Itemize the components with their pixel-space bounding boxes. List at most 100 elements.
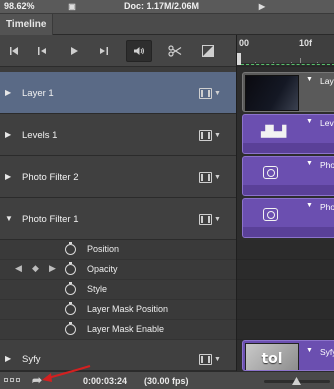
layer-row[interactable]: ▶ Syfy ▼ bbox=[0, 340, 236, 371]
doc-size: Doc: 1.17M/2.06M bbox=[124, 1, 200, 11]
chevron-down-icon[interactable]: ▼ bbox=[306, 76, 313, 83]
levels-icon: ▟▙▟ bbox=[261, 126, 287, 138]
chevron-down-icon[interactable]: ▼ bbox=[306, 118, 313, 125]
film-strip-icon[interactable] bbox=[199, 172, 212, 183]
layer-row[interactable]: ▶ Photo Filter 2 ▼ bbox=[0, 156, 236, 198]
clip-thumbnail bbox=[245, 75, 299, 111]
layer-list-panel: ▶ Layer 1 ▼ ▶ Levels 1 ▼ ▶ Photo Filter … bbox=[0, 35, 236, 389]
property-lane[interactable] bbox=[237, 320, 334, 340]
film-strip-icon[interactable] bbox=[199, 88, 212, 99]
transition-button[interactable] bbox=[200, 40, 216, 62]
current-timecode: 0:00:03:24 bbox=[83, 376, 128, 386]
next-frame-icon bbox=[100, 47, 108, 55]
stopwatch-icon[interactable] bbox=[65, 282, 76, 295]
film-strip-icon[interactable] bbox=[199, 354, 212, 365]
layer-row[interactable]: ▶ Levels 1 ▼ bbox=[0, 114, 236, 156]
clip-label: Levels 1 bbox=[320, 118, 334, 128]
chevron-down-icon[interactable]: ▼ bbox=[214, 174, 221, 181]
layer-name: Syfy bbox=[22, 354, 41, 365]
speaker-icon bbox=[134, 47, 144, 55]
chevron-down-icon[interactable]: ▼ bbox=[306, 160, 313, 167]
clip-label: Syfy bbox=[320, 347, 334, 357]
property-name: Opacity bbox=[87, 264, 118, 274]
chevron-down-icon[interactable]: ▼ bbox=[214, 90, 221, 97]
work-area-indicator bbox=[241, 64, 334, 65]
timeline-track-area[interactable]: 00 10f ▼ Layer 1 ▟▙▟ ▼ Levels 1 ▼ bbox=[236, 35, 334, 371]
layer-clip[interactable]: ▼ Photo Filter 1 bbox=[242, 198, 334, 238]
expand-arrow-icon[interactable]: ▶ bbox=[5, 172, 14, 181]
clip-bottom-bar bbox=[243, 143, 334, 153]
layer-clip[interactable]: ▼ Photo Filter 2 bbox=[242, 156, 334, 196]
play-button[interactable] bbox=[66, 40, 82, 62]
clip-label: Layer 1 bbox=[320, 76, 334, 86]
timeline-footer: ➦ 0:00:03:24 (30.00 fps) bbox=[0, 371, 334, 389]
property-lane[interactable] bbox=[237, 300, 334, 320]
collapse-arrow-icon[interactable]: ▼ bbox=[5, 214, 14, 223]
status-menu-arrow-icon[interactable]: ▶ bbox=[254, 0, 270, 13]
expand-arrow-icon[interactable]: ▶ bbox=[5, 88, 14, 97]
previous-frame-button[interactable] bbox=[34, 40, 50, 62]
layer-clip[interactable]: tol ▼ Syfy bbox=[242, 340, 334, 371]
property-row: Layer Mask Enable bbox=[0, 320, 236, 340]
chevron-down-icon[interactable]: ▼ bbox=[214, 132, 221, 139]
property-row: Style bbox=[0, 280, 236, 300]
next-keyframe-icon[interactable]: ▶ bbox=[49, 263, 56, 274]
tab-timeline[interactable]: Timeline bbox=[0, 14, 54, 35]
add-keyframe-icon[interactable]: ◆ bbox=[32, 263, 39, 274]
film-strip-icon[interactable] bbox=[199, 130, 212, 141]
property-row: ◀ ◆ ▶ Opacity bbox=[0, 260, 236, 280]
export-icon[interactable]: ▣ bbox=[64, 0, 80, 13]
previous-frame-icon bbox=[38, 47, 46, 55]
clip-thumbnail: tol bbox=[245, 343, 299, 370]
timeline-toolbar bbox=[0, 35, 236, 67]
chevron-down-icon[interactable]: ▼ bbox=[214, 216, 221, 223]
frame-animation-icon[interactable] bbox=[10, 378, 14, 382]
stopwatch-icon[interactable] bbox=[65, 322, 76, 335]
chevron-down-icon[interactable]: ▼ bbox=[214, 356, 221, 363]
property-name: Layer Mask Position bbox=[87, 304, 169, 314]
layer-name: Photo Filter 2 bbox=[22, 172, 79, 183]
next-frame-button[interactable] bbox=[96, 40, 112, 62]
scissors-icon bbox=[168, 45, 182, 57]
property-row: Position bbox=[0, 240, 236, 260]
frame-animation-icon[interactable] bbox=[4, 378, 8, 382]
film-strip-icon[interactable] bbox=[199, 214, 212, 225]
property-lane[interactable] bbox=[237, 240, 334, 260]
expand-arrow-icon[interactable]: ▶ bbox=[5, 354, 14, 363]
stopwatch-icon[interactable] bbox=[65, 302, 76, 315]
ruler-start-label: 00 bbox=[239, 38, 250, 48]
chevron-down-icon[interactable]: ▼ bbox=[306, 202, 313, 209]
mute-audio-button[interactable] bbox=[126, 40, 152, 62]
go-to-first-frame-button[interactable] bbox=[6, 40, 22, 62]
property-name: Layer Mask Enable bbox=[87, 324, 165, 334]
stopwatch-icon[interactable] bbox=[65, 242, 76, 255]
layer-clip[interactable]: ▟▙▟ ▼ Levels 1 bbox=[242, 114, 334, 154]
zoom-level[interactable]: 98.62% bbox=[4, 1, 35, 11]
expand-arrow-icon[interactable]: ▶ bbox=[5, 130, 14, 139]
split-at-playhead-button[interactable] bbox=[166, 40, 184, 62]
clip-label: Photo Filter 1 bbox=[320, 202, 334, 212]
layer-name: Levels 1 bbox=[22, 130, 58, 141]
playhead[interactable] bbox=[237, 53, 241, 65]
clip-bottom-bar bbox=[243, 185, 334, 195]
ruler-tick-label: 10f bbox=[299, 38, 313, 48]
document-status-bar: 98.62% ▣ Doc: 1.17M/2.06M ▶ bbox=[0, 0, 334, 14]
transition-icon bbox=[202, 45, 214, 57]
layer-row[interactable]: ▶ Layer 1 ▼ bbox=[0, 72, 236, 114]
layer-name: Layer 1 bbox=[22, 88, 54, 99]
property-lane[interactable] bbox=[237, 260, 334, 280]
play-icon bbox=[71, 47, 78, 55]
render-video-icon[interactable]: ➦ bbox=[32, 373, 42, 387]
layer-row[interactable]: ▼ Photo Filter 1 ▼ bbox=[0, 198, 236, 240]
previous-keyframe-icon[interactable]: ◀ bbox=[15, 263, 22, 274]
property-row: Layer Mask Position bbox=[0, 300, 236, 320]
photo-filter-icon bbox=[263, 166, 278, 179]
frame-animation-icon[interactable] bbox=[16, 378, 20, 382]
panel-tab-bar: Timeline bbox=[0, 14, 334, 35]
clip-bottom-bar bbox=[243, 227, 334, 237]
stopwatch-icon[interactable] bbox=[65, 262, 76, 275]
chevron-down-icon[interactable]: ▼ bbox=[306, 347, 313, 354]
layer-clip[interactable]: ▼ Layer 1 bbox=[242, 72, 334, 112]
property-lane[interactable] bbox=[237, 280, 334, 300]
time-ruler[interactable]: 00 10f bbox=[237, 35, 334, 67]
